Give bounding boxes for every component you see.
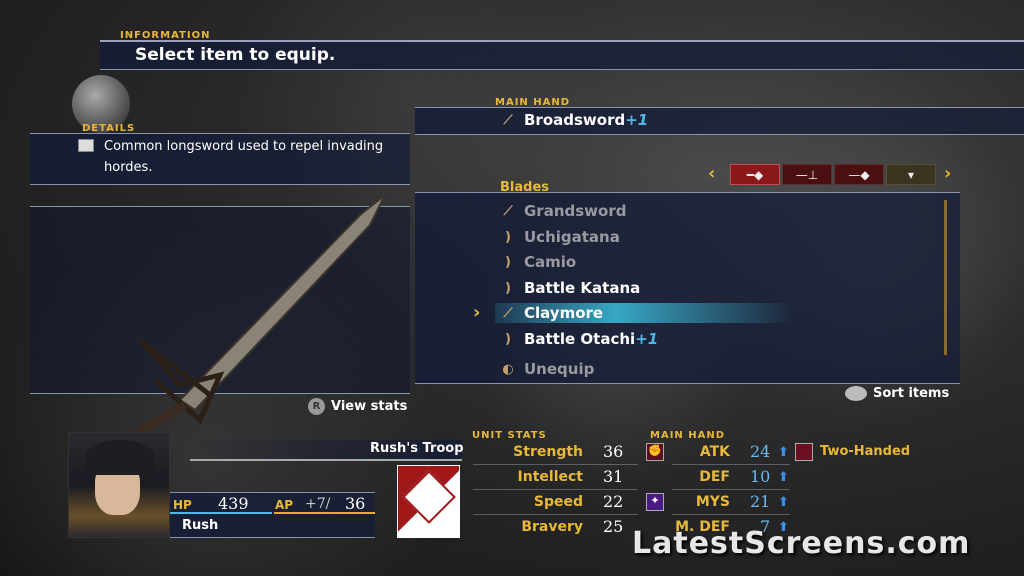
list-scrollbar[interactable] (944, 200, 947, 355)
cursor-arrow-icon: › (473, 302, 481, 323)
portrait-hair (85, 440, 155, 475)
list-item[interactable]: ) Battle Katana (500, 277, 640, 299)
arrow-up-icon: ⬆ (778, 445, 789, 460)
list-item-selected[interactable]: ⟋ Claymore (500, 302, 603, 324)
stat-row-strength: Strength 36 (473, 441, 638, 465)
stat-row-bravery: Bravery 25 (521, 517, 624, 536)
unit-name: Rush (182, 518, 219, 533)
equipped-item: ⟋ Broadsword+1 (500, 109, 648, 131)
touchpad-button-icon (845, 386, 867, 401)
unequip-icon: ◐ (502, 361, 514, 377)
weapon-stat-mys: MYS 21 ⬆ (672, 491, 790, 515)
tab-sword[interactable]: ━◆ (730, 164, 780, 185)
troop-name: Rush's Troop (370, 441, 464, 456)
list-item[interactable]: ⟋ Grandsword (500, 200, 626, 222)
sword-icon: ⟋ (503, 112, 513, 128)
stat-row-intellect: Intellect 31 (473, 466, 638, 490)
details-text: Common longsword used to repel invading … (104, 139, 384, 175)
ap-bar (274, 512, 375, 514)
katana-icon: ) (505, 280, 511, 296)
book-icon (78, 139, 94, 152)
tab-shield[interactable]: ▾ (886, 164, 936, 185)
equipped-item-name: Broadsword (524, 111, 626, 129)
fist-icon: ✊ (646, 443, 664, 461)
sword-preview-image (87, 194, 386, 464)
hp-label: HP (173, 498, 192, 512)
main-hand-label: Main hand (495, 97, 571, 108)
unit-stats-label: Unit stats (472, 430, 547, 441)
ap-label: AP (275, 498, 294, 512)
arrow-up-icon: ⬆ (778, 470, 789, 485)
view-stats-button[interactable]: R View stats (308, 398, 407, 415)
weapon-stat-def: DEF 10 ⬆ (672, 466, 790, 490)
list-item[interactable]: ) Camio (500, 251, 576, 273)
list-item[interactable]: ) Battle Otachi+1 (500, 328, 658, 350)
sword-icon: ⟋ (503, 203, 513, 219)
unequip-option[interactable]: ◐ Unequip (500, 358, 594, 380)
equipped-item-bonus: +1 (625, 111, 649, 129)
katana-icon: ) (505, 331, 511, 347)
details-label: Details (82, 123, 136, 134)
katana-icon: ) (505, 229, 511, 245)
two-handed-icon (795, 443, 813, 461)
arrow-up-icon: ⬆ (778, 495, 789, 510)
hp-bar (170, 512, 272, 514)
sort-items-button[interactable]: Sort items (845, 386, 949, 401)
tab-mace[interactable]: —◆ (834, 164, 884, 185)
weapon-stats-label: Main hand (650, 430, 726, 441)
item-list-panel (415, 192, 960, 384)
information-text: Select item to equip. (135, 45, 336, 65)
weapon-trait: Two-Handed (820, 444, 911, 459)
katana-icon: ) (505, 254, 511, 270)
watermark: LatestScreens.com (632, 526, 971, 561)
mystic-icon: ✦ (646, 493, 664, 511)
weapon-stat-atk: ATK 24 ⬆ (672, 441, 790, 465)
ap-bonus: +7/ (305, 496, 331, 512)
information-label: Information (120, 30, 211, 41)
r-button-icon: R (308, 398, 325, 415)
ap-value: 36 (345, 494, 366, 513)
tab-next-arrow[interactable]: › (944, 163, 951, 184)
list-item[interactable]: ) Uchigatana (500, 226, 620, 248)
tab-prev-arrow[interactable]: ‹ (708, 163, 715, 184)
hp-value: 439 (218, 494, 249, 513)
sword-icon: ⟋ (503, 305, 513, 321)
category-label: Blades (500, 180, 549, 195)
stat-row-speed: Speed 22 (473, 491, 638, 515)
tab-axe[interactable]: —⊥ (782, 164, 832, 185)
